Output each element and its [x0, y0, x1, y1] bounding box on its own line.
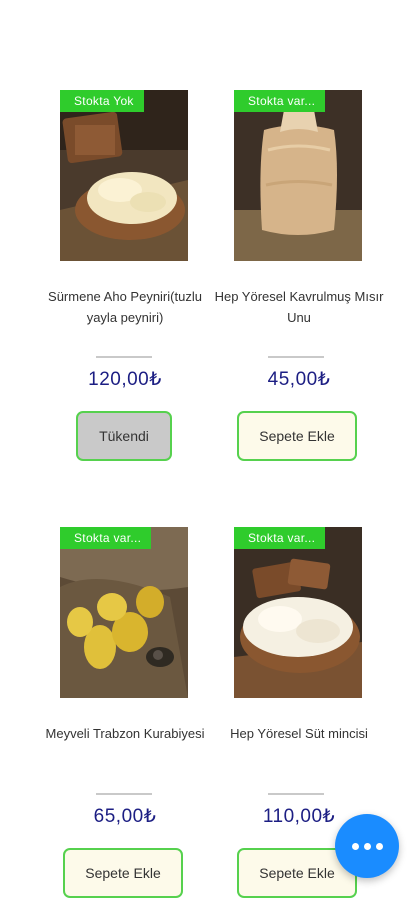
divider: [96, 793, 152, 795]
product-grid: Stokta Yok Sürmene Aho Peyniri(tuzlu yay…: [0, 0, 420, 900]
add-to-cart-button[interactable]: Sepete Ekle: [63, 848, 183, 898]
product-name[interactable]: Hep Yöresel Kavrulmuş Mısır Unu: [214, 286, 384, 328]
product-image[interactable]: Stokta Yok: [60, 90, 188, 261]
divider: [268, 793, 324, 795]
product-price: 45,00₺: [267, 369, 331, 390]
stock-badge: Stokta var...: [234, 527, 326, 549]
more-dots-icon: [351, 842, 383, 850]
product-name[interactable]: Sürmene Aho Peyniri(tuzlu yayla peyniri): [40, 286, 210, 328]
more-options-button[interactable]: [335, 814, 399, 878]
product-price: 120,00₺: [88, 369, 162, 390]
divider: [268, 356, 324, 358]
stock-badge: Stokta var...: [234, 90, 326, 112]
product-name[interactable]: Meyveli Trabzon Kurabiyesi: [40, 723, 210, 744]
product-image[interactable]: Stokta var...: [60, 527, 188, 698]
product-price: 65,00₺: [93, 806, 157, 827]
divider: [96, 356, 152, 358]
product-name[interactable]: Hep Yöresel Süt mincisi: [214, 723, 384, 744]
sold-out-button[interactable]: Tükendi: [76, 411, 172, 461]
stock-badge: Stokta var...: [60, 527, 152, 549]
stock-badge: Stokta Yok: [60, 90, 144, 112]
add-to-cart-button[interactable]: Sepete Ekle: [237, 411, 357, 461]
product-image[interactable]: Stokta var...: [234, 90, 362, 261]
product-image[interactable]: Stokta var...: [234, 527, 362, 698]
